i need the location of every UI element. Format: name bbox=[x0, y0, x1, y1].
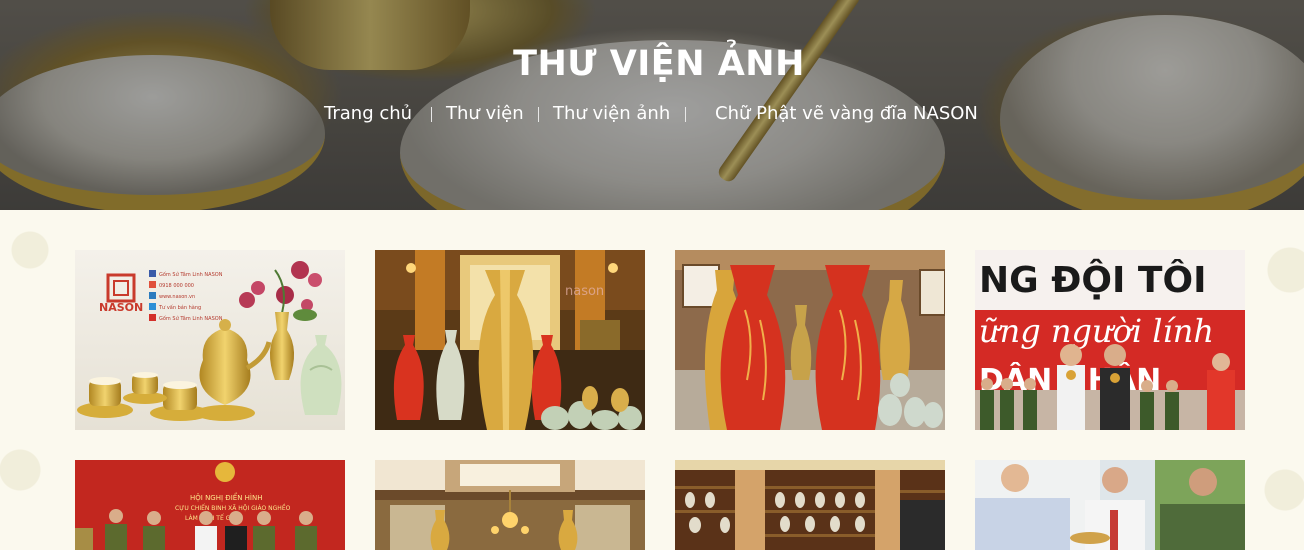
photo-gallery: NASON Gốm Sứ Tâm Linh NASON 0918 000 000… bbox=[0, 210, 1304, 550]
svg-text:NG ĐỘI TÔI: NG ĐỘI TÔI bbox=[979, 258, 1206, 301]
gallery-photo[interactable] bbox=[675, 460, 945, 550]
gallery-photo[interactable]: NG ĐỘI TÔI ững người lính DÂN NHÂN bbox=[975, 250, 1245, 430]
breadcrumb-photo-library-link[interactable]: Thư viện ảnh bbox=[553, 102, 670, 126]
page-hero-banner: THƯ VIỆN ẢNH Trang chủ Thư viện Thư viện… bbox=[0, 0, 1304, 210]
gallery-photo[interactable]: nason bbox=[375, 250, 645, 430]
svg-text:CỰU CHIẾN BINH XÃ HỘI GIÁO NGH: CỰU CHIẾN BINH XÃ HỘI GIÁO NGHỀO bbox=[175, 504, 291, 512]
breadcrumb-current-page: Chữ Phật vẽ vàng đĩa NASON bbox=[715, 103, 978, 124]
page-title: THƯ VIỆN ẢNH bbox=[513, 44, 805, 84]
breadcrumb-separator bbox=[431, 107, 432, 122]
gallery-photo[interactable] bbox=[675, 250, 945, 430]
breadcrumb-home-link[interactable]: Trang chủ bbox=[324, 102, 412, 126]
svg-text:www.nason.vn: www.nason.vn bbox=[159, 294, 195, 300]
svg-text:0918 000 000: 0918 000 000 bbox=[159, 283, 194, 289]
breadcrumb: Trang chủ Thư viện Thư viện ảnh Chữ Phật… bbox=[0, 102, 1304, 126]
gallery-photo[interactable] bbox=[975, 460, 1245, 550]
svg-text:HỘI NGHỊ ĐIỂN HÌNH: HỘI NGHỊ ĐIỂN HÌNH bbox=[190, 492, 262, 502]
svg-text:Gốm Sứ Tâm Linh NASON: Gốm Sứ Tâm Linh NASON bbox=[159, 315, 223, 322]
breadcrumb-library-link[interactable]: Thư viện bbox=[446, 102, 524, 126]
svg-text:Gốm Sứ Tâm Linh NASON: Gốm Sứ Tâm Linh NASON bbox=[159, 271, 223, 278]
svg-text:Tư vấn bán hàng: Tư vấn bán hàng bbox=[158, 304, 201, 311]
svg-text:ững người lính: ững người lính bbox=[979, 312, 1214, 350]
breadcrumb-separator bbox=[685, 107, 686, 122]
breadcrumb-separator bbox=[538, 107, 539, 122]
gallery-photo[interactable]: HỘI NGHỊ ĐIỂN HÌNH CỰU CHIẾN BINH XÃ HỘI… bbox=[75, 460, 345, 550]
svg-text:nason: nason bbox=[565, 284, 604, 299]
nason-logo-text: NASON bbox=[99, 301, 143, 314]
gallery-photo[interactable]: NASON Gốm Sứ Tâm Linh NASON 0918 000 000… bbox=[75, 250, 345, 430]
gallery-photo[interactable] bbox=[375, 460, 645, 550]
